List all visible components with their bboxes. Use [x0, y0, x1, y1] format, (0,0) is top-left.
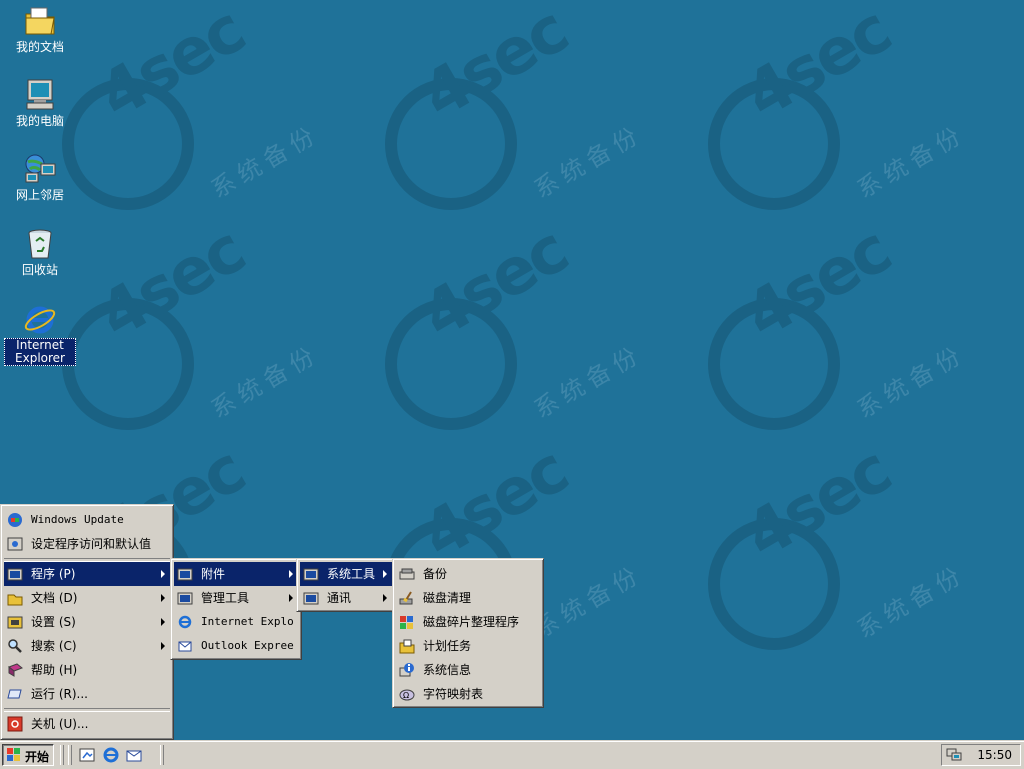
program-group-icon: [177, 590, 193, 606]
taskbar: 开始 15:50: [0, 740, 1024, 769]
settings-icon: [7, 614, 23, 630]
accessories-menu: 系统工具 通讯: [296, 558, 396, 612]
submenu-arrow-icon: [161, 594, 165, 602]
programs-item-accessories[interactable]: 附件: [174, 562, 298, 586]
system-tools-item-scheduled-tasks[interactable]: 计划任务: [396, 634, 540, 658]
program-defaults-icon: [7, 536, 23, 552]
start-button[interactable]: 开始: [2, 744, 54, 766]
toolbar-grip[interactable]: [68, 745, 72, 765]
programs-item-outlook-express[interactable]: Outlook Expree: [174, 634, 298, 658]
program-group-icon: [303, 566, 319, 582]
start-menu: Windows Update 设定程序访问和默认值 程序 (P) 文档 (D) …: [0, 504, 174, 740]
system-info-icon: [399, 662, 415, 678]
system-tools-item-character-map[interactable]: Ω 字符映射表: [396, 682, 540, 706]
start-menu-item-programs[interactable]: 程序 (P): [4, 562, 170, 586]
clock[interactable]: 15:50: [977, 748, 1012, 762]
submenu-arrow-icon: [161, 642, 165, 650]
submenu-arrow-icon: [383, 570, 387, 578]
my-computer-icon: [23, 78, 57, 112]
backup-icon: [399, 566, 415, 582]
submenu-arrow-icon: [161, 618, 165, 626]
start-menu-item-settings[interactable]: 设置 (S): [4, 610, 170, 634]
system-tray: 15:50: [941, 744, 1021, 766]
system-tools-item-backup[interactable]: 备份: [396, 562, 540, 586]
outlook-express-icon: [177, 638, 193, 654]
svg-text:Ω: Ω: [403, 691, 409, 700]
start-menu-item-windows-update[interactable]: Windows Update: [4, 508, 170, 532]
programs-menu: 附件 管理工具 Internet Explo Outlook Expree: [170, 558, 302, 660]
start-menu-item-documents[interactable]: 文档 (D): [4, 586, 170, 610]
accessories-item-communications[interactable]: 通讯: [300, 586, 392, 610]
toolbar-grip[interactable]: [160, 745, 164, 765]
help-icon: [7, 662, 23, 678]
system-tools-item-disk-cleanup[interactable]: 磁盘清理: [396, 586, 540, 610]
start-menu-item-help[interactable]: 帮助 (H): [4, 658, 170, 682]
submenu-arrow-icon: [289, 570, 293, 578]
internet-explorer-icon: [177, 614, 193, 630]
search-icon: [7, 638, 23, 654]
my-documents-icon: [23, 4, 57, 38]
desktop-icon-network-places[interactable]: 网上邻居: [4, 152, 76, 202]
start-menu-item-run[interactable]: 运行 (R)...: [4, 682, 170, 706]
windows-logo-icon: [7, 748, 21, 762]
disk-cleanup-icon: [399, 590, 415, 606]
defragmenter-icon: [399, 614, 415, 630]
windows-update-icon: [7, 512, 23, 528]
character-map-icon: Ω: [399, 686, 415, 702]
start-menu-item-search[interactable]: 搜索 (C): [4, 634, 170, 658]
programs-icon: [7, 566, 23, 582]
desktop-icon-recycle-bin[interactable]: 回收站: [4, 227, 76, 277]
submenu-arrow-icon: [161, 570, 165, 578]
run-icon: [7, 686, 23, 702]
network-places-icon: [23, 152, 57, 186]
desktop-icon-internet-explorer[interactable]: Internet Explorer: [4, 302, 76, 366]
internet-explorer-icon[interactable]: [102, 746, 120, 764]
submenu-arrow-icon: [289, 594, 293, 602]
submenu-arrow-icon: [383, 594, 387, 602]
recycle-bin-icon: [23, 227, 57, 261]
outlook-express-icon[interactable]: [125, 746, 143, 764]
programs-item-admin-tools[interactable]: 管理工具: [174, 586, 298, 610]
scheduled-tasks-icon: [399, 638, 415, 654]
shutdown-icon: [7, 716, 23, 732]
program-group-icon: [177, 566, 193, 582]
start-menu-item-shutdown[interactable]: 关机 (U)...: [4, 712, 170, 736]
documents-icon: [7, 590, 23, 606]
system-tools-menu: 备份 磁盘清理 磁盘碎片整理程序 计划任务 系统信息 Ω 字符映射表: [392, 558, 544, 708]
network-tray-icon[interactable]: [946, 748, 962, 762]
show-desktop-icon[interactable]: [78, 746, 96, 764]
accessories-item-system-tools[interactable]: 系统工具: [300, 562, 392, 586]
internet-explorer-icon: [23, 302, 57, 336]
system-tools-item-system-info[interactable]: 系统信息: [396, 658, 540, 682]
desktop-icon-my-computer[interactable]: 我的电脑: [4, 78, 76, 128]
start-menu-item-program-defaults[interactable]: 设定程序访问和默认值: [4, 532, 170, 556]
program-group-icon: [303, 590, 319, 606]
toolbar-grip[interactable]: [60, 745, 64, 765]
system-tools-item-defragmenter[interactable]: 磁盘碎片整理程序: [396, 610, 540, 634]
desktop-icon-my-documents[interactable]: 我的文档: [4, 4, 76, 54]
programs-item-internet-explorer[interactable]: Internet Explo: [174, 610, 298, 634]
